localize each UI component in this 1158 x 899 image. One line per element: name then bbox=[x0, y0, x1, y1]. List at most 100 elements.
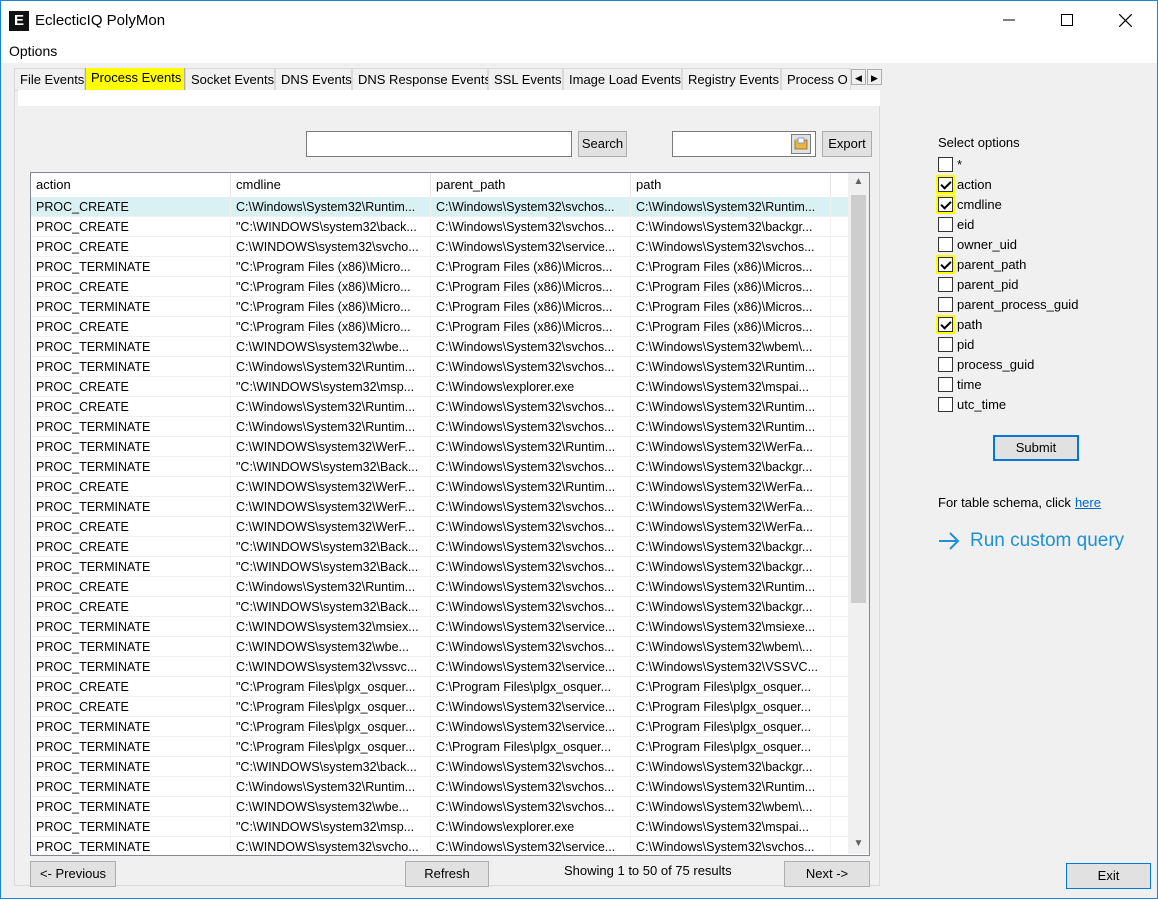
checkbox-unchecked[interactable] bbox=[938, 356, 953, 372]
tab-registry-events[interactable]: Registry Events bbox=[682, 68, 781, 90]
submit-button[interactable]: Submit bbox=[993, 435, 1079, 461]
table-row[interactable]: PROC_TERMINATE "C:\Program Files (x86)\Mi… bbox=[31, 297, 851, 317]
checkbox-unchecked[interactable] bbox=[938, 396, 953, 412]
tab-scroll-left-icon[interactable]: ◀ bbox=[851, 69, 866, 85]
table-row[interactable]: PROC_TERMINATE C:\WINDOWS\system32\wbe...… bbox=[31, 637, 851, 657]
table-row[interactable]: PROC_TERMINATE C:\WINDOWS\system32\wbe...… bbox=[31, 337, 851, 357]
events-table: action cmdline parent_path path PROC_CRE… bbox=[30, 172, 870, 856]
next-button[interactable]: Next -> bbox=[784, 861, 870, 887]
table-row[interactable]: PROC_CREATE "C:\WINDOWS\system32\Back... C… bbox=[31, 537, 851, 557]
tab-image-load-events[interactable]: Image Load Events bbox=[563, 68, 682, 90]
table-row[interactable]: PROC_TERMINATE "C:\WINDOWS\system32\back.… bbox=[31, 757, 851, 777]
tab-dns-events[interactable]: DNS Events bbox=[275, 68, 352, 90]
menu-options[interactable]: Options bbox=[9, 43, 57, 59]
cell-path: C:\Windows\System32\msiexe... bbox=[631, 617, 831, 637]
option-parent-path[interactable]: parent_path bbox=[938, 254, 1026, 274]
table-row[interactable]: PROC_TERMINATE "C:\Program Files\plgx_osq… bbox=[31, 717, 851, 737]
checkbox-unchecked[interactable] bbox=[938, 216, 953, 232]
table-row[interactable]: PROC_CREATE "C:\Program Files\plgx_osquer… bbox=[31, 677, 851, 697]
schema-here-link[interactable]: here bbox=[1075, 495, 1101, 510]
option-action[interactable]: action bbox=[938, 174, 992, 194]
tab-scroll-right-icon[interactable]: ▶ bbox=[867, 69, 882, 85]
table-row[interactable]: PROC_TERMINATE "C:\WINDOWS\system32\msp..… bbox=[31, 817, 851, 837]
table-row[interactable]: PROC_TERMINATE C:\WINDOWS\system32\WerF..… bbox=[31, 497, 851, 517]
table-row[interactable]: PROC_CREATE C:\WINDOWS\system32\WerF... C:… bbox=[31, 517, 851, 537]
scroll-up-icon[interactable]: ▲ bbox=[848, 173, 869, 191]
table-row[interactable]: PROC_TERMINATE C:\Windows\System32\Runtim… bbox=[31, 357, 851, 377]
table-row[interactable]: PROC_CREATE C:\Windows\System32\Runtim...… bbox=[31, 577, 851, 597]
cell-cmdline: "C:\WINDOWS\system32\Back... bbox=[231, 537, 431, 557]
table-row[interactable]: PROC_CREATE "C:\Program Files\plgx_osquer… bbox=[31, 697, 851, 717]
table-row[interactable]: PROC_TERMINATE C:\Windows\System32\Runtim… bbox=[31, 777, 851, 797]
checkbox-checked[interactable] bbox=[938, 176, 953, 192]
column-header-action[interactable]: action bbox=[31, 173, 231, 197]
tab-dns-response-events[interactable]: DNS Response Events bbox=[352, 68, 491, 90]
option-all[interactable]: * bbox=[938, 154, 962, 174]
table-row[interactable]: PROC_TERMINATE C:\Windows\System32\Runtim… bbox=[31, 417, 851, 437]
exit-button[interactable]: Exit bbox=[1066, 863, 1151, 889]
table-row[interactable]: PROC_TERMINATE C:\WINDOWS\system32\svcho.… bbox=[31, 837, 851, 855]
table-row[interactable]: PROC_CREATE C:\WINDOWS\system32\WerF... C:… bbox=[31, 477, 851, 497]
scroll-down-icon[interactable]: ▼ bbox=[848, 835, 869, 853]
checkbox-unchecked[interactable] bbox=[938, 376, 953, 392]
folder-browse-button[interactable] bbox=[791, 134, 811, 154]
run-custom-query-link[interactable]: Run custom query bbox=[938, 530, 1124, 552]
option-pid[interactable]: pid bbox=[938, 334, 974, 354]
table-row[interactable]: PROC_TERMINATE C:\WINDOWS\system32\msiex.… bbox=[31, 617, 851, 637]
column-header-path[interactable]: path bbox=[631, 173, 831, 197]
cell-cmdline: C:\WINDOWS\system32\WerF... bbox=[231, 497, 431, 517]
search-input[interactable] bbox=[306, 131, 572, 157]
tab-process-events[interactable]: Process Events bbox=[85, 68, 185, 90]
tab-socket-events[interactable]: Socket Events bbox=[185, 68, 275, 90]
table-row[interactable]: PROC_TERMINATE C:\WINDOWS\system32\wbe...… bbox=[31, 797, 851, 817]
table-row[interactable]: PROC_CREATE "C:\Program Files (x86)\Micro… bbox=[31, 317, 851, 337]
column-header-cmdline[interactable]: cmdline bbox=[231, 173, 431, 197]
checkbox-unchecked[interactable] bbox=[938, 296, 953, 312]
checkbox-unchecked[interactable] bbox=[938, 276, 953, 292]
option-process-guid[interactable]: process_guid bbox=[938, 354, 1034, 374]
maximize-button[interactable] bbox=[1038, 1, 1096, 39]
table-row[interactable]: PROC_CREATE "C:\Program Files (x86)\Micro… bbox=[31, 277, 851, 297]
title-bar[interactable]: E EclecticIQ PolyMon bbox=[1, 1, 1157, 39]
column-header-parent-path[interactable]: parent_path bbox=[431, 173, 631, 197]
option-time[interactable]: time bbox=[938, 374, 982, 394]
option-path[interactable]: path bbox=[938, 314, 982, 334]
table-row[interactable]: PROC_CREATE "C:\WINDOWS\system32\msp... C:… bbox=[31, 377, 851, 397]
search-button[interactable]: Search bbox=[578, 131, 627, 157]
table-row[interactable]: PROC_TERMINATE "C:\WINDOWS\system32\Back.… bbox=[31, 557, 851, 577]
option-cmdline[interactable]: cmdline bbox=[938, 194, 1002, 214]
option-owner-uid[interactable]: owner_uid bbox=[938, 234, 1017, 254]
checkbox-checked[interactable] bbox=[938, 196, 953, 212]
table-row[interactable]: PROC_TERMINATE C:\WINDOWS\system32\vssvc.… bbox=[31, 657, 851, 677]
cell-parent-path: C:\Windows\System32\service... bbox=[431, 697, 631, 717]
tab-file-events[interactable]: File Events bbox=[14, 68, 85, 90]
checkbox-unchecked[interactable] bbox=[938, 336, 953, 352]
table-row[interactable]: PROC_CREATE C:\WINDOWS\system32\svcho... C… bbox=[31, 237, 851, 257]
checkbox-unchecked[interactable] bbox=[938, 236, 953, 252]
checkbox-checked[interactable] bbox=[938, 256, 953, 272]
table-row[interactable]: PROC_TERMINATE C:\WINDOWS\system32\WerF..… bbox=[31, 437, 851, 457]
tab-ssl-events[interactable]: SSL Events bbox=[488, 68, 563, 90]
tab-process-o[interactable]: Process O bbox=[781, 68, 851, 90]
option-parent-process-guid[interactable]: parent_process_guid bbox=[938, 294, 1078, 314]
option-parent-pid[interactable]: parent_pid bbox=[938, 274, 1018, 294]
cell-parent-path: C:\Windows\System32\svchos... bbox=[431, 417, 631, 437]
checkbox-unchecked[interactable] bbox=[938, 156, 953, 172]
table-row[interactable]: PROC_TERMINATE "C:\Program Files\plgx_osq… bbox=[31, 737, 851, 757]
scrollbar-thumb[interactable] bbox=[851, 195, 866, 603]
option-utc-time[interactable]: utc_time bbox=[938, 394, 1006, 414]
checkbox-checked[interactable] bbox=[938, 316, 953, 332]
table-row[interactable]: PROC_TERMINATE "C:\Program Files (x86)\Mi… bbox=[31, 257, 851, 277]
previous-button[interactable]: <- Previous bbox=[30, 861, 116, 887]
table-vertical-scrollbar[interactable]: ▲ ▼ bbox=[848, 173, 869, 854]
refresh-button[interactable]: Refresh bbox=[405, 861, 489, 887]
table-row[interactable]: PROC_TERMINATE "C:\WINDOWS\system32\Back.… bbox=[31, 457, 851, 477]
table-row[interactable]: PROC_CREATE C:\Windows\System32\Runtim...… bbox=[31, 197, 851, 217]
export-button[interactable]: Export bbox=[822, 131, 872, 157]
table-row[interactable]: PROC_CREATE "C:\WINDOWS\system32\back... C… bbox=[31, 217, 851, 237]
table-row[interactable]: PROC_CREATE "C:\WINDOWS\system32\Back... C… bbox=[31, 597, 851, 617]
table-row[interactable]: PROC_CREATE C:\Windows\System32\Runtim...… bbox=[31, 397, 851, 417]
close-button[interactable] bbox=[1096, 1, 1154, 39]
minimize-button[interactable] bbox=[980, 1, 1038, 39]
option-eid[interactable]: eid bbox=[938, 214, 974, 234]
